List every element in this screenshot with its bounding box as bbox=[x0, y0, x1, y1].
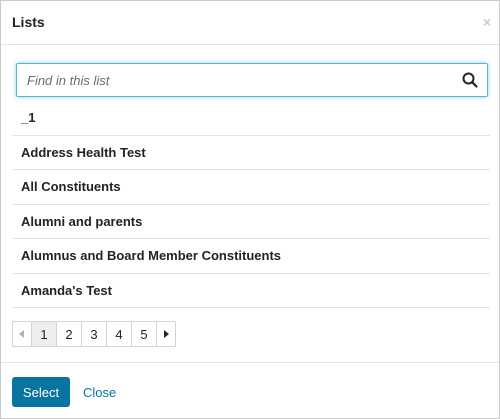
list-item[interactable]: Amanda's Test bbox=[12, 274, 490, 308]
modal-title: Lists bbox=[12, 14, 45, 30]
search-icon bbox=[462, 72, 478, 88]
page-2-button[interactable]: 2 bbox=[56, 321, 82, 347]
close-icon[interactable]: × bbox=[483, 14, 491, 30]
list-item-label: Alumni and parents bbox=[21, 213, 143, 229]
list-item[interactable]: Address Health Test bbox=[12, 136, 490, 170]
lists-modal: Lists × _1 Address Health Test All Const… bbox=[0, 0, 500, 419]
page-4-button[interactable]: 4 bbox=[106, 321, 132, 347]
list-item-label: Address Health Test bbox=[21, 144, 146, 160]
page-3-button[interactable]: 3 bbox=[81, 321, 107, 347]
caret-left-icon bbox=[19, 330, 24, 338]
search-input[interactable] bbox=[17, 64, 453, 96]
search-box bbox=[16, 63, 488, 97]
prev-page-button[interactable] bbox=[12, 321, 32, 347]
page-5-button[interactable]: 5 bbox=[131, 321, 157, 347]
next-page-button[interactable] bbox=[156, 321, 176, 347]
list-item[interactable]: Alumni and parents bbox=[12, 205, 490, 239]
modal-header: Lists × bbox=[1, 1, 499, 45]
list-item-label: Alumnus and Board Member Constituents bbox=[21, 248, 282, 264]
pagination: 1 2 3 4 5 bbox=[12, 321, 176, 347]
list-item[interactable]: All Constituents bbox=[12, 170, 490, 205]
list-item[interactable]: Alumnus and Board Member Constituents bbox=[12, 239, 490, 274]
lists-list: _1 Address Health Test All Constituents … bbox=[12, 101, 490, 308]
page-1-button[interactable]: 1 bbox=[31, 321, 57, 347]
list-item-label: Amanda's Test bbox=[21, 282, 112, 298]
close-link[interactable]: Close bbox=[83, 385, 116, 400]
list-item-label: _1 bbox=[21, 110, 36, 126]
list-item-label: All Constituents bbox=[21, 179, 121, 195]
select-button[interactable]: Select bbox=[12, 377, 70, 407]
modal-footer: Select Close bbox=[1, 362, 499, 418]
caret-right-icon bbox=[164, 330, 169, 338]
list-item[interactable]: _1 bbox=[12, 101, 490, 136]
search-button[interactable] bbox=[453, 64, 487, 96]
